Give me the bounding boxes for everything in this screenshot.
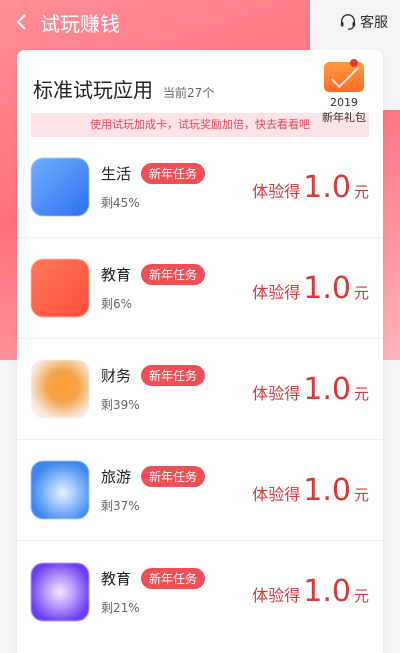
new-year-task-badge: 新年任务: [141, 264, 206, 285]
app-icon-purple: [31, 562, 89, 621]
reward-unit: 元: [353, 384, 369, 403]
remaining-percent: 剩21%: [101, 600, 140, 615]
reward-prefix: 体验得: [252, 484, 301, 504]
reward: 体验得 1.0 元: [252, 170, 369, 205]
reward-amount: 1.0: [303, 472, 351, 508]
new-year-task-badge: 新年任务: [141, 567, 206, 589]
chevron-left-icon: [16, 14, 26, 30]
customer-service-label: 客服: [360, 15, 388, 31]
remaining-percent: 剩37%: [101, 499, 140, 513]
headset-icon: [340, 14, 356, 30]
reward: 体验得 1.0 元: [252, 574, 369, 609]
reward-amount: 1.0: [303, 574, 351, 609]
trial-apps-card: 标准试玩应用 当前27个 2019 新年礼包 使用试玩加成卡，试玩奖励加倍，快去…: [17, 50, 383, 653]
reward-unit: 元: [353, 283, 369, 302]
item-info: 教育 新年任务 剩6%: [101, 264, 252, 312]
new-year-task-badge: 新年任务: [141, 163, 206, 184]
reward-amount: 1.0: [303, 270, 351, 306]
app-icon-blue: [31, 158, 89, 216]
app-category: 教育: [101, 569, 132, 588]
reward-amount: 1.0: [303, 169, 351, 205]
app-count: 当前27个: [163, 86, 215, 100]
app-category: 生活: [101, 165, 132, 183]
reward-unit: 元: [353, 587, 369, 605]
reward: 体验得 1.0 元: [252, 372, 369, 407]
page-title: 试玩赚钱: [40, 11, 120, 36]
app-category: 旅游: [101, 468, 132, 486]
list-item[interactable]: 旅游 新年任务 剩37% 体验得 1.0 元: [17, 440, 383, 541]
remaining-percent: 剩45%: [101, 196, 140, 210]
list-item[interactable]: 教育 新年任务 剩21% 体验得 1.0 元: [17, 541, 383, 642]
new-year-gift-button[interactable]: 2019 新年礼包: [317, 59, 371, 125]
app-list: 生活 新年任务 剩45% 体验得 1.0 元 教育 新年任务 剩6% 体验得 1…: [17, 137, 383, 642]
new-year-task-badge: 新年任务: [141, 466, 206, 487]
reward-prefix: 体验得: [252, 282, 301, 302]
reward-unit: 元: [353, 182, 369, 201]
reward-prefix: 体验得: [252, 586, 301, 605]
gift-envelope-icon: [324, 59, 364, 92]
item-info: 生活 新年任务 剩45%: [101, 163, 252, 211]
top-bar: 试玩赚钱 客服: [0, 0, 400, 44]
gift-label: 新年礼包: [322, 111, 366, 124]
item-info: 教育 新年任务 剩21%: [101, 567, 252, 616]
notification-dot: [350, 59, 358, 67]
item-info: 财务 新年任务 剩39%: [101, 365, 252, 413]
item-info: 旅游 新年任务 剩37%: [101, 466, 252, 514]
app-icon-orange-x: [31, 259, 89, 317]
gift-year: 2019: [330, 96, 358, 109]
app-icon-orange-fruit: [31, 360, 89, 418]
list-item[interactable]: 财务 新年任务 剩39% 体验得 1.0 元: [17, 339, 383, 440]
customer-service-button[interactable]: 客服: [339, 12, 388, 32]
list-item[interactable]: 教育 新年任务 剩6% 体验得 1.0 元: [17, 238, 383, 339]
app-category: 教育: [101, 266, 132, 284]
card-title: 标准试玩应用: [33, 78, 153, 102]
back-button[interactable]: 试玩赚钱: [12, 8, 120, 37]
reward-unit: 元: [353, 485, 369, 504]
remaining-percent: 剩39%: [101, 398, 140, 412]
reward-amount: 1.0: [303, 371, 351, 407]
remaining-percent: 剩6%: [101, 297, 133, 311]
app-category: 财务: [101, 367, 132, 385]
reward: 体验得 1.0 元: [252, 271, 369, 306]
reward-prefix: 体验得: [252, 383, 301, 403]
reward: 体验得 1.0 元: [252, 473, 369, 508]
list-item[interactable]: 生活 新年任务 剩45% 体验得 1.0 元: [17, 137, 383, 238]
app-icon-blue-travel: [31, 461, 89, 519]
reward-prefix: 体验得: [252, 181, 301, 201]
new-year-task-badge: 新年任务: [141, 365, 206, 386]
